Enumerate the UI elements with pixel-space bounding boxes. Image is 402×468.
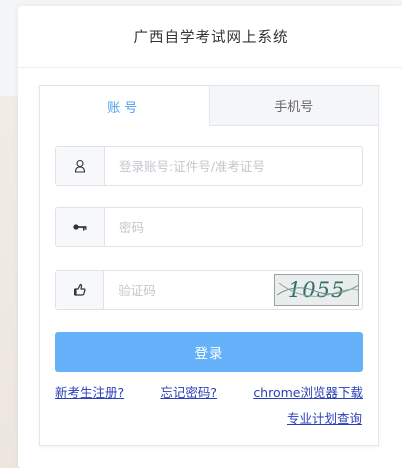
- register-link[interactable]: 新考生注册?: [55, 382, 124, 401]
- chrome-download-link[interactable]: chrome浏览器下载: [253, 382, 363, 401]
- captcha-image[interactable]: 1055: [274, 274, 359, 306]
- hand-pointer-icon: [56, 271, 105, 309]
- captcha-field: 1055: [55, 270, 363, 310]
- helper-links: 新考生注册? 忘记密码? chrome浏览器下载: [55, 382, 363, 401]
- user-icon: [56, 147, 105, 185]
- key-icon: [56, 208, 105, 246]
- password-field: [55, 207, 363, 247]
- login-panel: 账号 手机号 登录账号:证件号/准考证号 验证码 1055 登录 新考生注册? …: [39, 85, 379, 446]
- password-input[interactable]: [105, 208, 362, 246]
- login-tabs: 账号 手机号: [40, 86, 378, 126]
- login-card: 广西自学考试网上系统 账号 手机号 登录账号:证件号/准考证号 验证码 1055…: [18, 6, 402, 468]
- captcha-input[interactable]: [104, 271, 275, 309]
- account-input[interactable]: [105, 147, 362, 185]
- card-header: 广西自学考试网上系统: [18, 6, 402, 68]
- tab-mobile[interactable]: 手机号: [208, 86, 378, 126]
- plan-query-link[interactable]: 专业计划查询: [287, 408, 362, 427]
- tab-account[interactable]: 账号: [40, 86, 209, 126]
- forgot-password-link[interactable]: 忘记密码?: [160, 382, 217, 401]
- account-field: [55, 146, 363, 186]
- page-title: 广西自学考试网上系统: [133, 30, 289, 46]
- login-button[interactable]: 登录: [55, 332, 363, 372]
